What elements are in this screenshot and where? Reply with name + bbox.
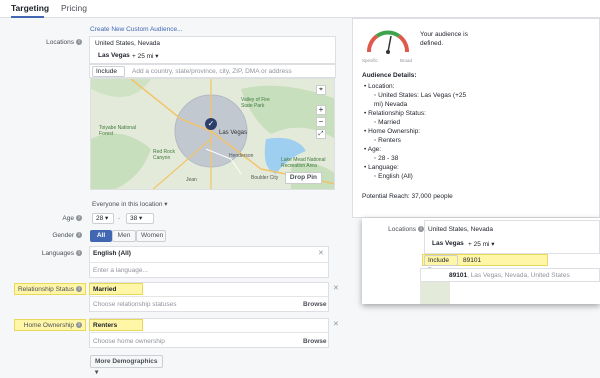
relationship-status-label: Relationship Status i: [2, 286, 82, 293]
relationship-browse-button[interactable]: Browse: [303, 301, 326, 308]
radius-dropdown[interactable]: + 25 mi ▾: [132, 52, 159, 60]
info-icon: i: [76, 286, 82, 293]
detail-relationship: • Relationship Status:: [364, 110, 426, 117]
tab-bar: Targeting Pricing: [0, 0, 600, 18]
detail-relationship-value: ◦ Married: [374, 119, 401, 126]
location-search-input[interactable]: Add a country, state/province, city, ZIP…: [132, 68, 292, 75]
home-ownership-label: Home Ownership i: [2, 322, 82, 329]
location-country: United States, Nevada: [95, 40, 161, 47]
relationship-input[interactable]: Choose relationship statuses: [93, 301, 176, 308]
divider: [89, 332, 329, 333]
age-min-select[interactable]: 28 ▾: [92, 213, 114, 224]
age-label: Age i: [2, 215, 82, 222]
age-max-select[interactable]: 38 ▾: [126, 213, 154, 224]
map-label-jean: Jean: [186, 177, 197, 183]
language-selected: English (All): [93, 250, 131, 257]
home-browse-button[interactable]: Browse: [303, 338, 326, 345]
inset-map-fragment: [420, 282, 450, 304]
tab-targeting[interactable]: Targeting: [11, 3, 49, 13]
location-pin-icon[interactable]: ✓: [205, 118, 217, 130]
audience-details-list: • Location: ◦ United States: Las Vegas (…: [364, 82, 474, 181]
language-input[interactable]: Enter a language...: [93, 267, 148, 274]
locations-label: Locations i: [2, 39, 82, 46]
home-input[interactable]: Choose home ownership: [93, 338, 165, 345]
gender-men-button[interactable]: Men: [112, 230, 136, 242]
detail-location-value: ◦ United States: Las Vegas (+25 mi) Neva…: [374, 92, 467, 108]
tab-pricing[interactable]: Pricing: [61, 3, 87, 13]
info-icon: i: [76, 215, 82, 222]
gauge-broad-label: Broad: [400, 58, 413, 63]
close-icon[interactable]: ✕: [318, 249, 324, 257]
inset-city: Las Vegas: [432, 240, 464, 247]
languages-label: Languages i: [2, 250, 82, 257]
inset-locations-label: Locations i: [344, 226, 424, 233]
map-label-boulder-city: Boulder City: [251, 175, 279, 181]
detail-location: • Location:: [364, 83, 395, 90]
more-demographics-button[interactable]: More Demographics ▾: [90, 355, 163, 376]
audience-gauge-icon: [367, 30, 409, 54]
inset-suggestion[interactable]: 89101, Las Vegas, Nevada, United States: [420, 268, 600, 282]
info-icon: i: [76, 232, 82, 239]
create-custom-audience-link[interactable]: Create New Custom Audience...: [90, 26, 183, 33]
inset-radius-dropdown[interactable]: + 25 mi ▾: [468, 240, 495, 248]
map-label-las-vegas: Las Vegas: [219, 130, 248, 136]
potential-reach: Potential Reach: 37,000 people: [362, 193, 453, 200]
map-pin-icon[interactable]: ⌖: [316, 85, 326, 95]
detail-home-value: ◦ Renters: [374, 137, 401, 144]
inset-location-input[interactable]: 89101: [463, 257, 481, 264]
detail-language-value: ◦ English (All): [374, 173, 413, 180]
map-label-henderson: Henderson: [229, 153, 254, 159]
info-icon: i: [76, 250, 82, 257]
close-icon[interactable]: ✕: [333, 320, 339, 328]
home-value: Renters: [93, 322, 118, 329]
age-separator: -: [118, 215, 121, 222]
map-label-lake-mead: Lake Mead National Recreation Area: [281, 157, 326, 169]
detail-language: • Language:: [364, 164, 399, 171]
relationship-value: Married: [93, 286, 117, 293]
close-icon[interactable]: ✕: [333, 284, 339, 292]
detail-age: • Age:: [364, 146, 382, 153]
inset-country: United States, Nevada: [428, 226, 494, 233]
divider: [89, 262, 329, 263]
gender-all-button[interactable]: All: [90, 230, 112, 242]
map-label-red-rock: Red Rock Canyon: [153, 149, 175, 161]
location-map[interactable]: ✓ Las Vegas Valley of Fire State Park To…: [90, 78, 335, 190]
gauge-specific-label: Specific: [362, 58, 378, 63]
inset-include-dropdown[interactable]: Include ▾: [424, 255, 458, 273]
detail-age-value: ◦ 28 - 38: [374, 155, 399, 162]
location-zoom-inset: Locations i United States, Nevada Las Veg…: [362, 218, 600, 304]
divider: [89, 296, 329, 297]
zoom-out-icon[interactable]: −: [316, 117, 326, 127]
audience-defined-text: Your audience is defined.: [420, 31, 468, 47]
map-label-valley: Valley of Fire State Park: [241, 97, 270, 109]
include-dropdown[interactable]: Include ▾: [92, 66, 125, 84]
zoom-in-icon[interactable]: +: [316, 105, 326, 115]
location-scope-dropdown[interactable]: Everyone in this location ▾: [92, 200, 168, 208]
audience-details-title: Audience Details:: [362, 72, 417, 79]
gender-label: Gender i: [2, 232, 82, 239]
map-label-toiyabe: Toiyabe National Forest: [99, 125, 136, 137]
info-icon: i: [76, 39, 82, 46]
fullscreen-icon[interactable]: ⤢: [316, 129, 326, 139]
gender-women-button[interactable]: Women: [136, 230, 166, 242]
inset-suggestion-text: 89101, Las Vegas, Nevada, United States: [449, 272, 570, 279]
detail-home: • Home Ownership:: [364, 128, 421, 135]
location-city: Las Vegas: [98, 52, 130, 59]
drop-pin-button[interactable]: Drop Pin: [284, 172, 322, 184]
info-icon: i: [76, 322, 82, 329]
